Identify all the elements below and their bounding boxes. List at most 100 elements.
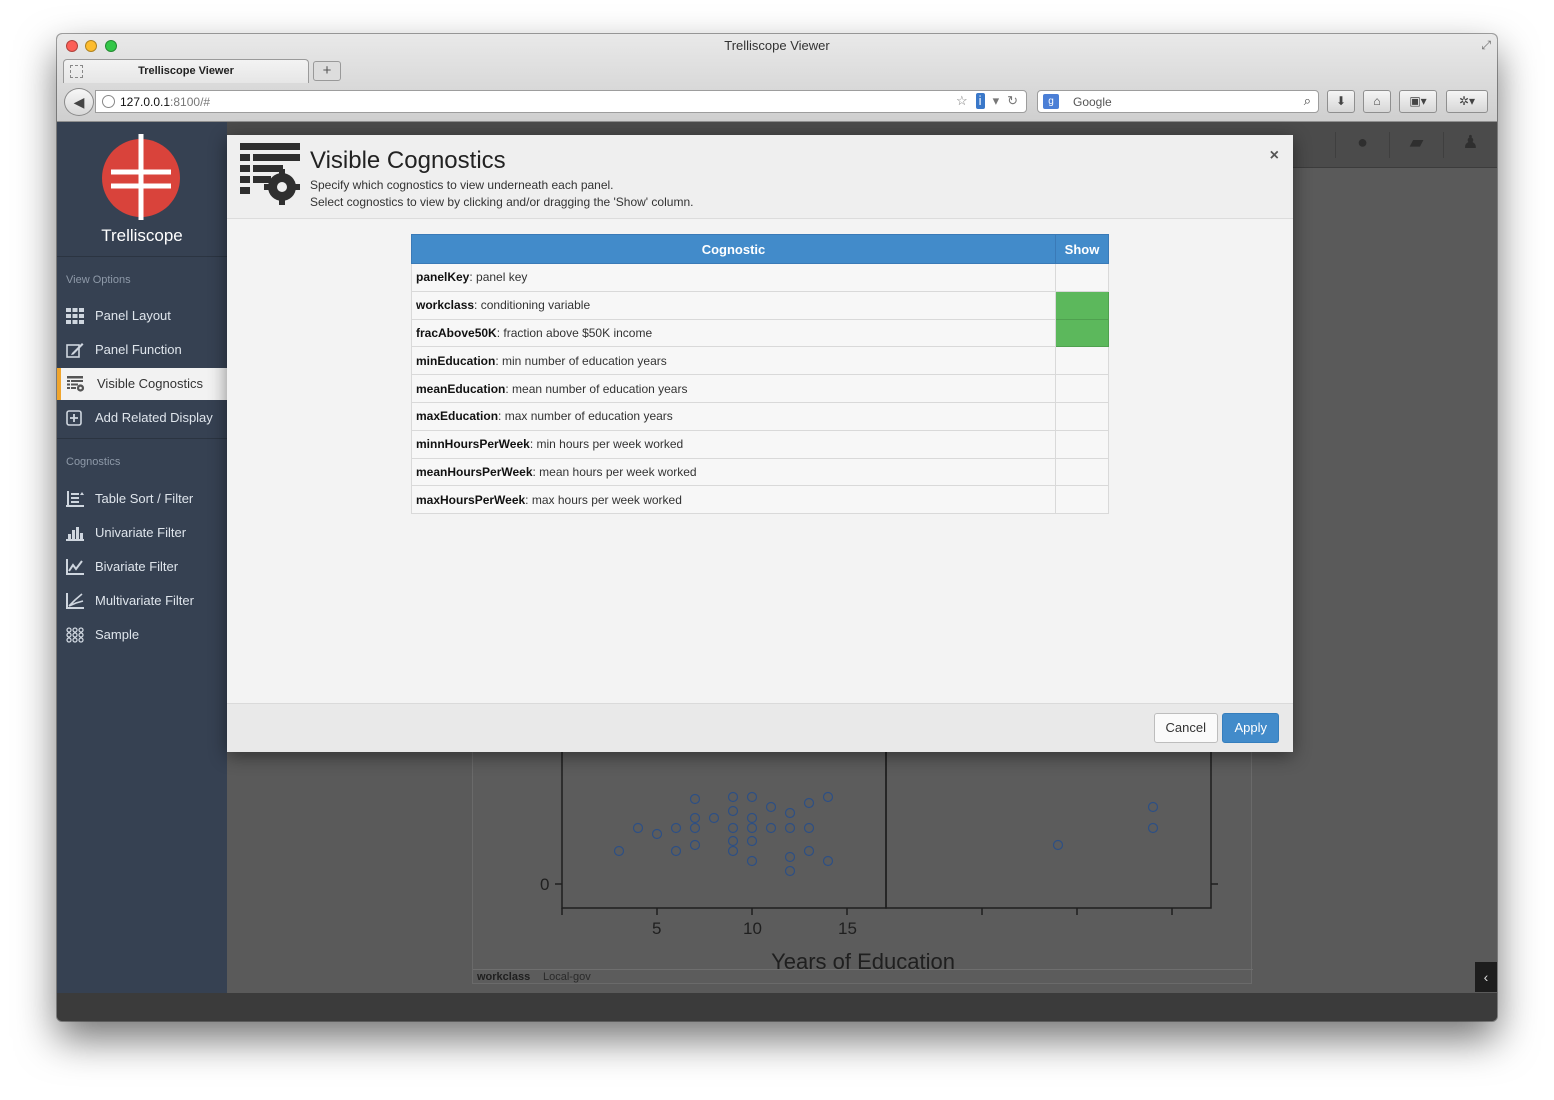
table-gear-icon [240, 143, 300, 205]
dropdown-icon[interactable]: ▾ [993, 93, 1000, 109]
sidebar-item-panel-function[interactable]: Panel Function [57, 334, 227, 366]
url-bar[interactable]: 127.0.0.1:8100/# ☆ i ▾ ↻ [95, 90, 1027, 113]
dots-grid-icon [66, 627, 84, 643]
cancel-button[interactable]: Cancel [1153, 713, 1218, 743]
extensions-button[interactable]: ✲▾ [1446, 90, 1488, 113]
modal-header: Visible Cognostics Specify which cognost… [227, 135, 1293, 219]
close-icon[interactable]: × [1270, 147, 1279, 165]
download-icon: ⬇ [1335, 94, 1347, 108]
line-chart-icon [66, 559, 84, 575]
sidebar-item-panel-layout[interactable]: Panel Layout [57, 300, 227, 332]
show-toggle-cell[interactable] [1055, 374, 1109, 403]
table-row: fracAbove50K: fraction above $50K income [411, 318, 1109, 348]
plus-square-icon [66, 410, 82, 426]
collapse-panel-button[interactable]: ‹ [1475, 962, 1497, 992]
fullscreen-icon[interactable]: ⤢ [1481, 38, 1491, 53]
show-toggle-cell[interactable] [1055, 290, 1109, 320]
logo: Trelliscope [57, 122, 227, 257]
new-tab-button[interactable]: + [313, 61, 341, 81]
table-row: workclass: conditioning variable [411, 290, 1109, 320]
cognostic-description: : conditioning variable [474, 298, 591, 313]
cognostic-cell: maxEducation: max number of education ye… [411, 401, 1056, 431]
logo-title: Trelliscope [101, 226, 183, 245]
visible-cognostics-modal: Visible Cognostics Specify which cognost… [227, 135, 1293, 752]
folder-open-icon[interactable]: ▰ [1389, 132, 1443, 158]
globe-icon [102, 95, 115, 108]
cognostic-name: minEducation [416, 353, 496, 368]
cognostic-description: : max number of education years [498, 409, 673, 424]
bookmarks-button[interactable]: ▣▾ [1399, 90, 1437, 113]
cognostic-cell: workclass: conditioning variable [411, 290, 1056, 320]
reload-icon[interactable]: ↻ [1007, 93, 1018, 109]
cognostic-description: : fraction above $50K income [496, 325, 653, 340]
navigation-bar: ◀ 127.0.0.1:8100/# ☆ i ▾ ↻ g Google ⌕ ⬇ … [57, 85, 1497, 121]
url-path: :8100/# [170, 95, 211, 109]
sidebar-item-sample[interactable]: Sample [57, 619, 227, 651]
show-toggle-cell[interactable] [1055, 485, 1109, 515]
back-arrow-icon: ◀ [73, 94, 85, 110]
bookmark-star-icon[interactable]: ☆ [956, 93, 968, 109]
cognostic-description: : panel key [469, 270, 528, 285]
table-row: meanHoursPerWeek: mean hours per week wo… [411, 457, 1109, 487]
sidebar-item-label: Univariate Filter [95, 525, 187, 540]
show-toggle-cell[interactable] [1055, 401, 1109, 431]
cognostic-description: : mean number of education years [505, 381, 688, 396]
sidebar-item-multivariate-filter[interactable]: Multivariate Filter [57, 585, 227, 617]
browser-tab[interactable]: Trelliscope Viewer [63, 59, 309, 83]
scatter-icon [66, 593, 84, 609]
tools-icon: ✲▾ [1458, 94, 1476, 108]
sidebar-item-visible-cognostics[interactable]: Visible Cognostics [57, 368, 227, 400]
x-tick-label: 5 [652, 919, 662, 938]
sidebar-item-add-related-display[interactable]: Add Related Display [57, 402, 227, 434]
cognostic-name: meanEducation [416, 381, 506, 396]
cognostic-cell: fracAbove50K: fraction above $50K income [411, 318, 1056, 348]
search-input[interactable]: Google [1073, 95, 1112, 109]
cognostics-heading: Cognostics [66, 456, 121, 468]
search-bar[interactable]: g Google ⌕ [1037, 90, 1319, 113]
url-text[interactable]: 127.0.0.1:8100/# [120, 95, 210, 109]
show-toggle-cell[interactable] [1055, 457, 1109, 487]
browser-titlebar: Trelliscope Viewer ⤢ Trelliscope Viewer … [57, 34, 1497, 122]
cognostic-name: maxEducation [416, 409, 499, 424]
sidebar-item-univariate-filter[interactable]: Univariate Filter [57, 517, 227, 549]
sidebar-item-bivariate-filter[interactable]: Bivariate Filter [57, 551, 227, 583]
table-header-row: Cognostic Show [411, 234, 1109, 264]
cognostic-cell: meanHoursPerWeek: mean hours per week wo… [411, 457, 1056, 487]
view-options-heading: View Options [66, 274, 131, 286]
app-footer [57, 993, 1497, 1021]
show-toggle-cell[interactable] [1055, 318, 1109, 348]
table-row: minnHoursPerWeek: min hours per week wor… [411, 429, 1109, 459]
x-tick-label: 10 [743, 919, 762, 938]
show-toggle-cell[interactable] [1055, 429, 1109, 459]
sidebar-item-table-sort-filter[interactable]: Table Sort / Filter [57, 483, 227, 515]
sidebar-item-label: Panel Layout [95, 308, 171, 323]
cognostic-cell: meanEducation: mean number of education … [411, 374, 1056, 403]
user-icon[interactable]: ♟ [1443, 132, 1497, 158]
show-toggle-cell[interactable] [1055, 346, 1109, 376]
sidebar-item-label: Table Sort / Filter [95, 491, 194, 506]
cognostic-name: maxHoursPerWeek [416, 492, 526, 507]
cognostic-description: : max hours per week worked [525, 492, 682, 507]
y-tick-label: 0 [540, 875, 550, 894]
column-header-cognostic: Cognostic [411, 234, 1056, 264]
home-button[interactable]: ⌂ [1363, 90, 1391, 113]
info-icon[interactable]: i [975, 93, 985, 109]
cognostic-name: panelKey [416, 270, 470, 285]
column-header-show[interactable]: Show [1055, 234, 1109, 264]
sidebar-item-label: Panel Function [95, 342, 182, 357]
info-circle-icon[interactable]: ● [1335, 132, 1389, 158]
show-toggle-cell[interactable] [1055, 263, 1109, 292]
url-host: 127.0.0.1 [120, 95, 171, 109]
modal-instructions: Select cognostics to view by clicking an… [310, 195, 694, 209]
cognostic-cell: minEducation: min number of education ye… [411, 346, 1056, 376]
sidebar-divider [57, 438, 227, 439]
cognostic-description: : min number of education years [495, 353, 667, 368]
downloads-button[interactable]: ⬇ [1327, 90, 1355, 113]
apply-button[interactable]: Apply [1222, 713, 1279, 743]
x-tick-label: 15 [838, 919, 857, 938]
search-icon[interactable]: ⌕ [1304, 93, 1311, 109]
home-icon: ⌂ [1373, 94, 1381, 108]
back-button[interactable]: ◀ [64, 88, 94, 116]
cognostic-description: : min hours per week worked [529, 437, 684, 452]
search-engine-icon[interactable]: g [1043, 94, 1059, 109]
